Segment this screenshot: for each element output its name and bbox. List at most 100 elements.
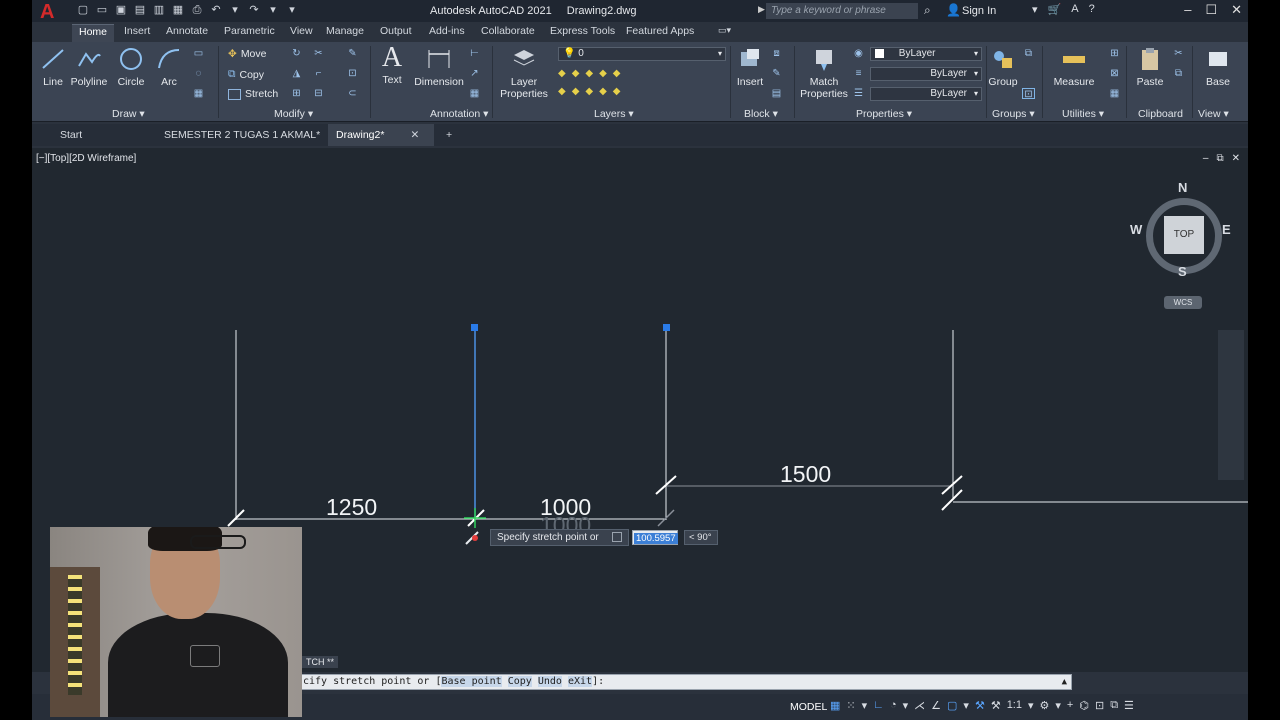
quick-properties-icon[interactable]: ⊡ — [1095, 699, 1104, 712]
open-web-icon[interactable]: ▥ — [152, 4, 166, 17]
redo-icon[interactable]: ↷ — [247, 4, 261, 17]
create-block-icon[interactable]: ⧈ — [770, 48, 783, 59]
viewcube-top-face[interactable]: TOP — [1164, 216, 1204, 254]
doc-tab-semester[interactable]: SEMESTER 2 TUGAS 1 AKMAL*✕ — [156, 124, 345, 146]
workspace-dropdown-icon[interactable]: ▾ — [1055, 699, 1061, 712]
help-icon[interactable]: ? — [1089, 3, 1095, 16]
block-attribute-icon[interactable]: ▤ — [770, 88, 783, 99]
close-tab-icon[interactable]: ✕ — [410, 129, 419, 141]
group-select-icon[interactable]: ⊡ — [1022, 88, 1035, 100]
paste-button[interactable]: Paste — [1130, 46, 1170, 88]
tab-annotate[interactable]: Annotate — [166, 25, 208, 37]
grid-icon[interactable]: ▦ — [830, 699, 840, 712]
trim-icon[interactable]: ✂ — [312, 48, 325, 59]
arc-button[interactable]: Arc — [154, 46, 184, 88]
customize-qat-icon[interactable]: ▾ — [285, 4, 299, 17]
offset-icon[interactable]: ⊂ — [346, 88, 359, 99]
a360-icon[interactable]: A — [1071, 3, 1078, 16]
annotation-monitor-icon[interactable]: + — [1067, 699, 1073, 712]
text-button[interactable]: A Text — [378, 44, 406, 87]
snap-dropdown-icon[interactable]: ▾ — [862, 699, 868, 712]
insert-button[interactable]: Insert — [734, 46, 766, 88]
layers-panel-title[interactable]: Layers ▾ — [594, 108, 634, 120]
compass-north[interactable]: N — [1178, 180, 1187, 195]
undo-dropdown-icon[interactable]: ▾ — [228, 4, 242, 17]
osnap-icon[interactable]: ▢ — [947, 699, 957, 712]
view-panel-title[interactable]: View ▾ — [1198, 108, 1229, 120]
save-web-icon[interactable]: ▦ — [171, 4, 185, 17]
clean-screen-icon[interactable]: ⧉ — [1110, 699, 1118, 712]
dimension-button[interactable]: Dimension — [412, 46, 466, 88]
tab-featured-apps[interactable]: Featured Apps — [626, 25, 694, 37]
edit-block-icon[interactable]: ✎ — [770, 68, 783, 79]
annotation-visibility-icon[interactable]: ⚒ — [975, 699, 985, 712]
search-expand-icon[interactable]: ▶ — [758, 4, 765, 15]
ungroup-icon[interactable]: ⧉ — [1022, 48, 1035, 59]
doc-tab-start[interactable]: Start — [52, 124, 90, 146]
color-dropdown[interactable]: ByLayer ▾ — [870, 47, 982, 61]
command-history-caret-icon[interactable]: ▲ — [1062, 675, 1067, 689]
cart-icon[interactable]: 🛒 — [1048, 3, 1062, 16]
properties-panel-title[interactable]: Properties ▾ — [856, 108, 912, 120]
compass-west[interactable]: W — [1130, 222, 1142, 237]
tab-manage[interactable]: Manage — [326, 25, 364, 37]
command-line[interactable]: cify stretch point or [Base point Copy U… — [300, 674, 1072, 690]
group-button[interactable]: Group — [988, 46, 1018, 88]
customization-icon[interactable]: ☰ — [1124, 699, 1134, 712]
rectangle-icon[interactable]: ▭ — [192, 48, 205, 59]
maximize-icon[interactable]: ☐ — [1205, 2, 1217, 18]
redo-dropdown-icon[interactable]: ▾ — [266, 4, 280, 17]
signin-dropdown-icon[interactable]: ▾ — [1032, 3, 1038, 16]
search-input[interactable]: Type a keyword or phrase — [766, 3, 918, 19]
option-exit[interactable]: eXit — [567, 676, 593, 687]
open-icon[interactable]: ▭ — [95, 4, 109, 17]
lineweight-dropdown[interactable]: ByLayer ▾ — [870, 87, 982, 101]
close-icon[interactable]: ✕ — [1231, 2, 1242, 18]
fillet-icon[interactable]: ⌐ — [312, 68, 325, 79]
autoscale-icon[interactable]: ⚒ — [991, 699, 1001, 712]
dimension-text-1250[interactable]: 1250 — [326, 494, 377, 521]
polyline-button[interactable]: Polyline — [68, 46, 110, 88]
draw-panel-title[interactable]: Draw ▾ — [112, 108, 145, 120]
tab-addins[interactable]: Add-ins — [429, 25, 465, 37]
copy-clip-icon[interactable]: ⧉ — [1172, 68, 1185, 79]
groups-panel-title[interactable]: Groups ▾ — [992, 108, 1035, 120]
tab-insert[interactable]: Insert — [124, 25, 150, 37]
linetype-dropdown[interactable]: ByLayer ▾ — [870, 67, 982, 81]
option-copy[interactable]: Copy — [507, 676, 532, 687]
save-as-icon[interactable]: ▤ — [133, 4, 147, 17]
osnap-dropdown-icon[interactable]: ▾ — [963, 699, 969, 712]
utilities-panel-title[interactable]: Utilities ▾ — [1062, 108, 1104, 120]
array-icon[interactable]: ⊟ — [312, 88, 325, 99]
cut-icon[interactable]: ✂ — [1172, 48, 1185, 59]
lineweight-icon[interactable]: ☰ — [852, 88, 865, 99]
new-icon[interactable]: ▢ — [76, 4, 90, 17]
clipboard-panel-title[interactable]: Clipboard — [1138, 108, 1183, 120]
autocad-logo-icon[interactable]: A — [40, 2, 62, 22]
quickcalc-icon[interactable]: ⊠ — [1108, 68, 1121, 79]
option-undo[interactable]: Undo — [537, 676, 562, 687]
scale-icon[interactable]: ⊞ — [290, 88, 303, 99]
scale-dropdown-icon[interactable]: ▾ — [1028, 699, 1034, 712]
dynamic-input-angle-field[interactable]: < 90° — [684, 530, 718, 545]
units-icon[interactable]: ⌬ — [1079, 699, 1089, 712]
gradient-icon[interactable]: ▦ — [192, 88, 205, 99]
polar-icon[interactable]: ◔ — [890, 699, 897, 712]
search-icon[interactable]: ⌕ — [924, 3, 931, 18]
erase-icon[interactable]: ✎ — [346, 48, 359, 59]
hatch-icon[interactable]: ◌ — [192, 68, 205, 79]
tab-parametric[interactable]: Parametric — [224, 25, 275, 37]
polar-dropdown-icon[interactable]: ▾ — [903, 699, 909, 712]
match-properties-button[interactable]: Match Properties — [798, 46, 850, 100]
color-wheel-icon[interactable]: ◉ — [852, 48, 865, 59]
osnap-tracking-icon[interactable]: ∠ — [931, 699, 941, 712]
sign-in-link[interactable]: Sign In — [962, 5, 996, 17]
minimize-icon[interactable]: – — [1184, 2, 1191, 18]
compass-south[interactable]: S — [1178, 264, 1187, 279]
annotation-panel-title[interactable]: Annotation ▾ — [430, 108, 488, 120]
layer-tools-row2[interactable]: ◆◆◆◆◆ — [558, 86, 626, 97]
tab-home[interactable]: Home — [72, 24, 115, 43]
isodraft-icon[interactable]: ⋌ — [914, 699, 925, 712]
undo-icon[interactable]: ↶ — [209, 4, 223, 17]
move-button[interactable]: ✥ Move — [228, 48, 267, 60]
